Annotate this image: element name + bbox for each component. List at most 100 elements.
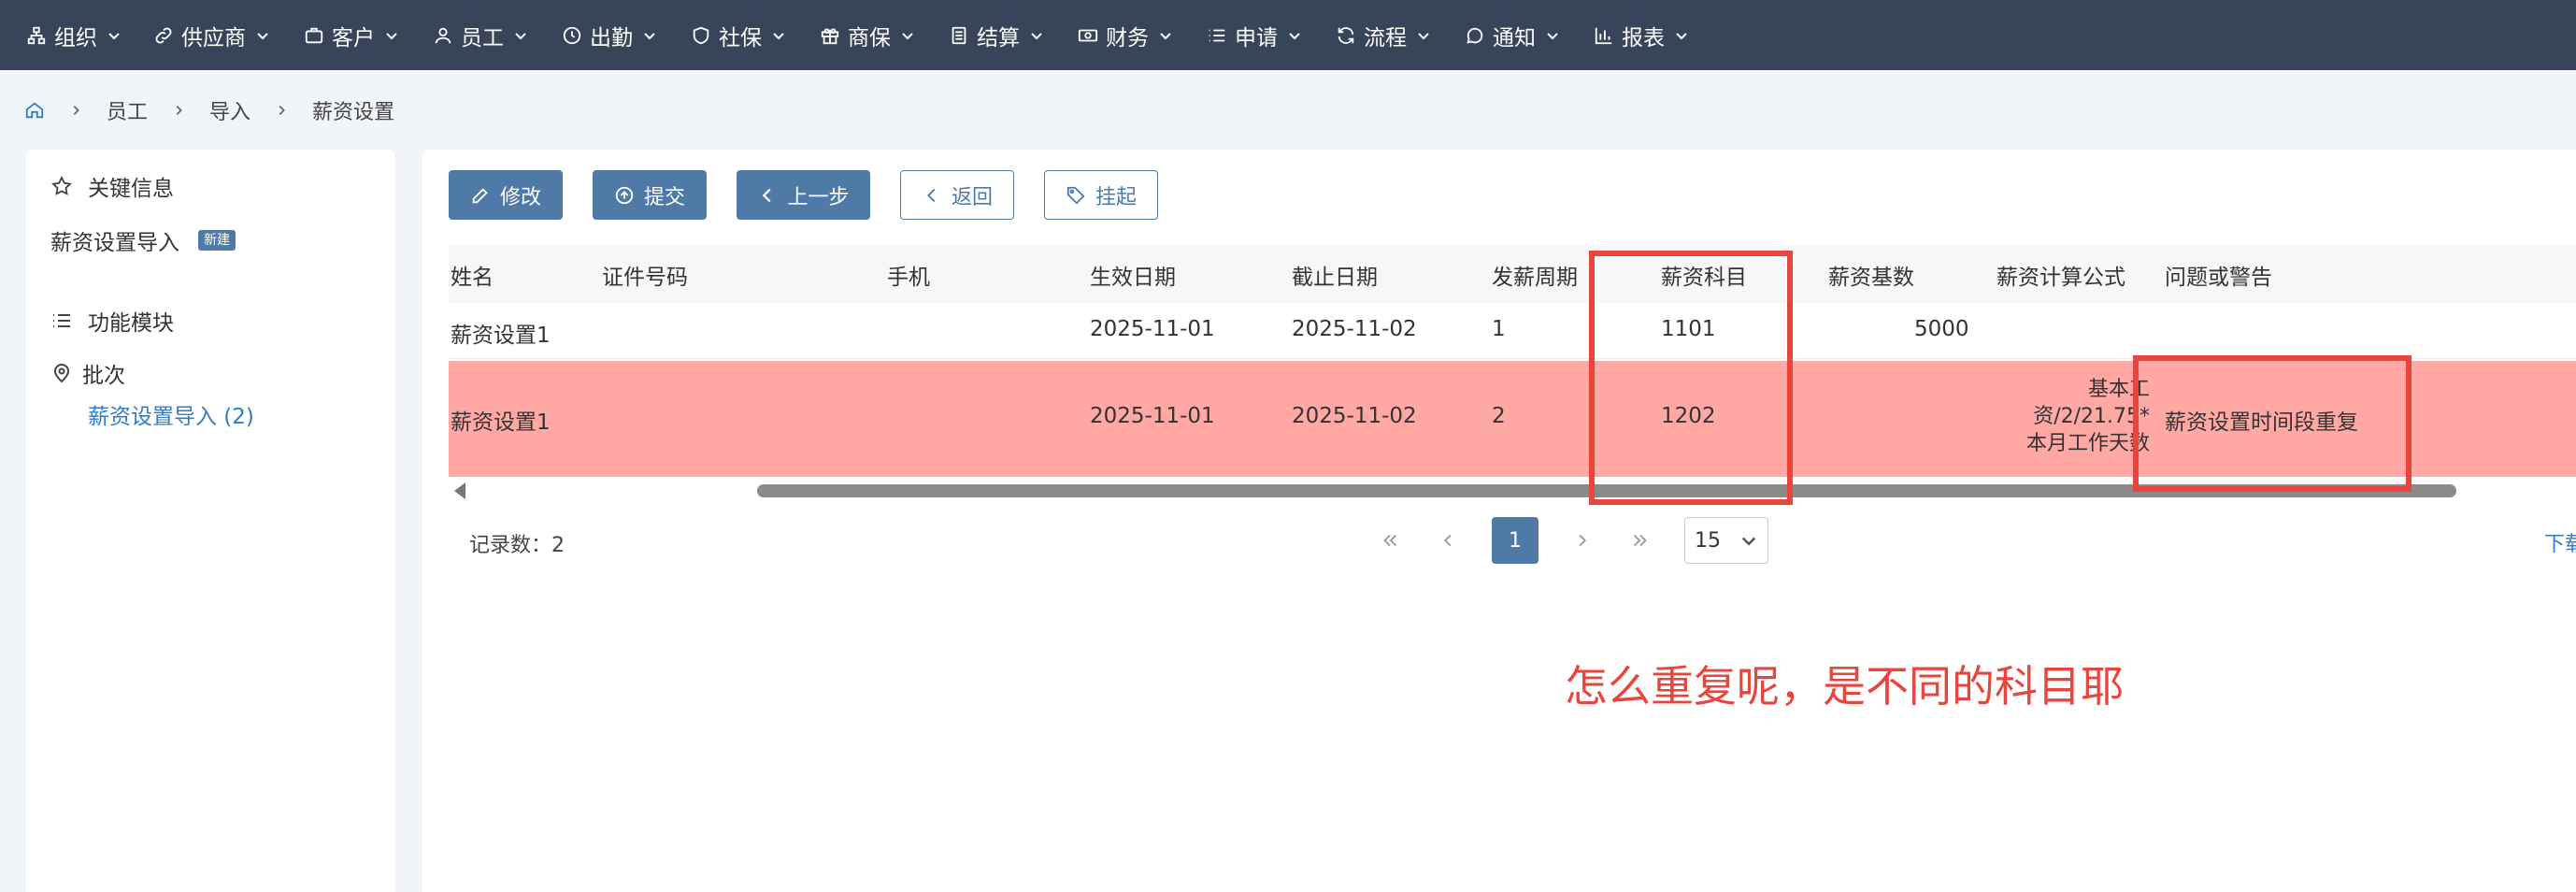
cell-salary-base: 5000 [1914, 317, 1969, 341]
batch-link[interactable]: 薪资设置导入 (2) [88, 398, 254, 430]
nav-item-application[interactable]: 申请 [1207, 20, 1302, 51]
nav-item-org[interactable]: 组织 [26, 20, 122, 51]
chevron-down-icon [1674, 28, 1689, 43]
cell-name: 薪资设置1 [451, 410, 551, 435]
column-header[interactable]: 手机 [887, 259, 930, 291]
annotation-comment: 怎么重复呢，是不同的科目耶 [1565, 661, 2124, 712]
modules-header: 功能模块 [50, 305, 174, 337]
column-header[interactable]: 姓名 [451, 259, 494, 291]
chevron-down-icon [1416, 28, 1431, 43]
annotation-box-warning [2133, 355, 2411, 492]
nav-item-settlement[interactable]: 结算 [949, 20, 1044, 51]
bar-chart-icon [1594, 25, 1614, 46]
import-item-label: 薪资设置导入 [50, 231, 179, 255]
chevron-down-icon [1158, 28, 1173, 43]
chevron-down-icon [255, 28, 270, 43]
edit-button[interactable]: 修改 [449, 170, 563, 220]
clock-icon [562, 25, 582, 46]
nav-item-label: 通知 [1493, 25, 1536, 50]
shield-icon [691, 25, 711, 46]
breadcrumb-item-salary-setting: 薪资设置 [312, 101, 395, 124]
breadcrumb-item-import[interactable]: 导入 [209, 95, 250, 125]
pencil-icon [470, 185, 491, 206]
main-panel: 修改 提交 上一步 返回 挂起 姓名 证件号码 手机 生效日期 截止日期 发薪周… [422, 150, 2576, 892]
chat-icon [1465, 25, 1485, 46]
nav-item-employee[interactable]: 员工 [433, 20, 528, 51]
nav-item-report[interactable]: 报表 [1594, 20, 1689, 51]
download-link[interactable]: 下载 [2544, 527, 2576, 557]
submit-label: 提交 [643, 185, 685, 209]
nav-item-label: 社保 [719, 25, 762, 50]
nav-item-label: 供应商 [181, 25, 246, 50]
batch-header: 批次 [50, 357, 125, 389]
breadcrumb-item-employee[interactable]: 员工 [107, 95, 148, 125]
nav-item-customer[interactable]: 客户 [304, 20, 399, 51]
nav-item-supplier[interactable]: 供应商 [153, 20, 270, 51]
nav-item-workflow[interactable]: 流程 [1336, 20, 1431, 51]
breadcrumb: 员工 导入 薪资设置 [24, 94, 394, 127]
nav-item-label: 财务 [1106, 25, 1149, 50]
nav-item-label: 商保 [848, 25, 891, 50]
nav-item-notification[interactable]: 通知 [1465, 20, 1560, 51]
nav-item-label: 结算 [977, 25, 1020, 50]
suspend-button[interactable]: 挂起 [1044, 170, 1158, 220]
column-header[interactable]: 发薪周期 [1492, 259, 1578, 291]
toolbar: 修改 提交 上一步 返回 挂起 [449, 170, 1188, 220]
column-header[interactable]: 薪资基数 [1828, 259, 1914, 291]
top-navigation: 组织 供应商 客户 员工 出勤 社保 商保 结算 财务 申请 流程 通知 报表 [0, 0, 2576, 70]
next-page-icon[interactable] [1568, 526, 1596, 554]
chevron-left-icon [757, 185, 778, 206]
column-header[interactable]: 生效日期 [1090, 259, 1176, 291]
table-header: 姓名 证件号码 手机 生效日期 截止日期 发薪周期 薪资科目 薪资基数 薪资计算… [449, 245, 2576, 303]
list-icon [50, 309, 73, 332]
import-item[interactable]: 薪资设置导入 新建 [50, 224, 236, 256]
formula-line: 基本工 [2087, 378, 2150, 401]
chevron-down-icon [900, 28, 915, 43]
page-number-button[interactable]: 1 [1492, 517, 1538, 564]
page-size-select[interactable]: 15 [1684, 517, 1768, 564]
nav-item-social-insurance[interactable]: 社保 [691, 20, 786, 51]
formula-line: 本月工作天数 [2025, 432, 2150, 455]
column-header[interactable]: 问题或警告 [2165, 259, 2272, 291]
key-info-label: 关键信息 [88, 177, 174, 201]
last-page-icon[interactable] [1626, 526, 1654, 554]
org-icon [26, 25, 47, 46]
briefcase-icon [304, 25, 324, 46]
cell-start-date: 2025-11-01 [1090, 404, 1215, 428]
nav-item-finance[interactable]: 财务 [1078, 20, 1173, 51]
scroll-left-arrow-icon[interactable] [454, 482, 465, 499]
document-icon [949, 25, 969, 46]
nav-item-attendance[interactable]: 出勤 [562, 20, 657, 51]
back-button[interactable]: 返回 [900, 170, 1014, 220]
table-row[interactable]: 薪资设置1 2025-11-01 2025-11-02 1 1101 5000 [449, 303, 2576, 359]
cell-name: 薪资设置1 [451, 324, 551, 348]
cell-end-date: 2025-11-02 [1292, 317, 1417, 341]
gift-icon [820, 25, 840, 46]
home-icon[interactable] [24, 100, 45, 121]
chevron-down-icon [1545, 28, 1560, 43]
nav-item-label: 客户 [332, 25, 375, 50]
column-header[interactable]: 截止日期 [1292, 259, 1378, 291]
column-header[interactable]: 薪资计算公式 [1996, 259, 2125, 291]
tag-icon [1066, 185, 1086, 206]
nav-item-label: 报表 [1622, 25, 1665, 50]
chevron-down-icon [1029, 28, 1044, 43]
chevron-down-icon [771, 28, 786, 43]
first-page-icon[interactable] [1376, 526, 1404, 554]
cell-formula: 基本工 资/2/21.75* 本月工作天数 [2026, 376, 2150, 457]
cell-pay-cycle: 1 [1492, 317, 1506, 341]
previous-step-button[interactable]: 上一步 [737, 170, 870, 220]
previous-step-label: 上一步 [787, 185, 850, 209]
left-panel: 关键信息 薪资设置导入 新建 功能模块 批次 薪资设置导入 (2) [26, 150, 395, 892]
nav-item-commercial-insurance[interactable]: 商保 [820, 20, 915, 51]
chevron-right-icon [275, 104, 288, 117]
previous-page-icon[interactable] [1434, 526, 1462, 554]
submit-button[interactable]: 提交 [593, 170, 707, 220]
upload-circle-icon [614, 185, 635, 206]
column-header[interactable]: 证件号码 [602, 259, 688, 291]
money-icon [1078, 25, 1098, 46]
cell-start-date: 2025-11-01 [1090, 317, 1215, 341]
chevron-down-icon [642, 28, 657, 43]
chevron-left-icon [922, 185, 942, 206]
refresh-icon [1336, 25, 1356, 46]
